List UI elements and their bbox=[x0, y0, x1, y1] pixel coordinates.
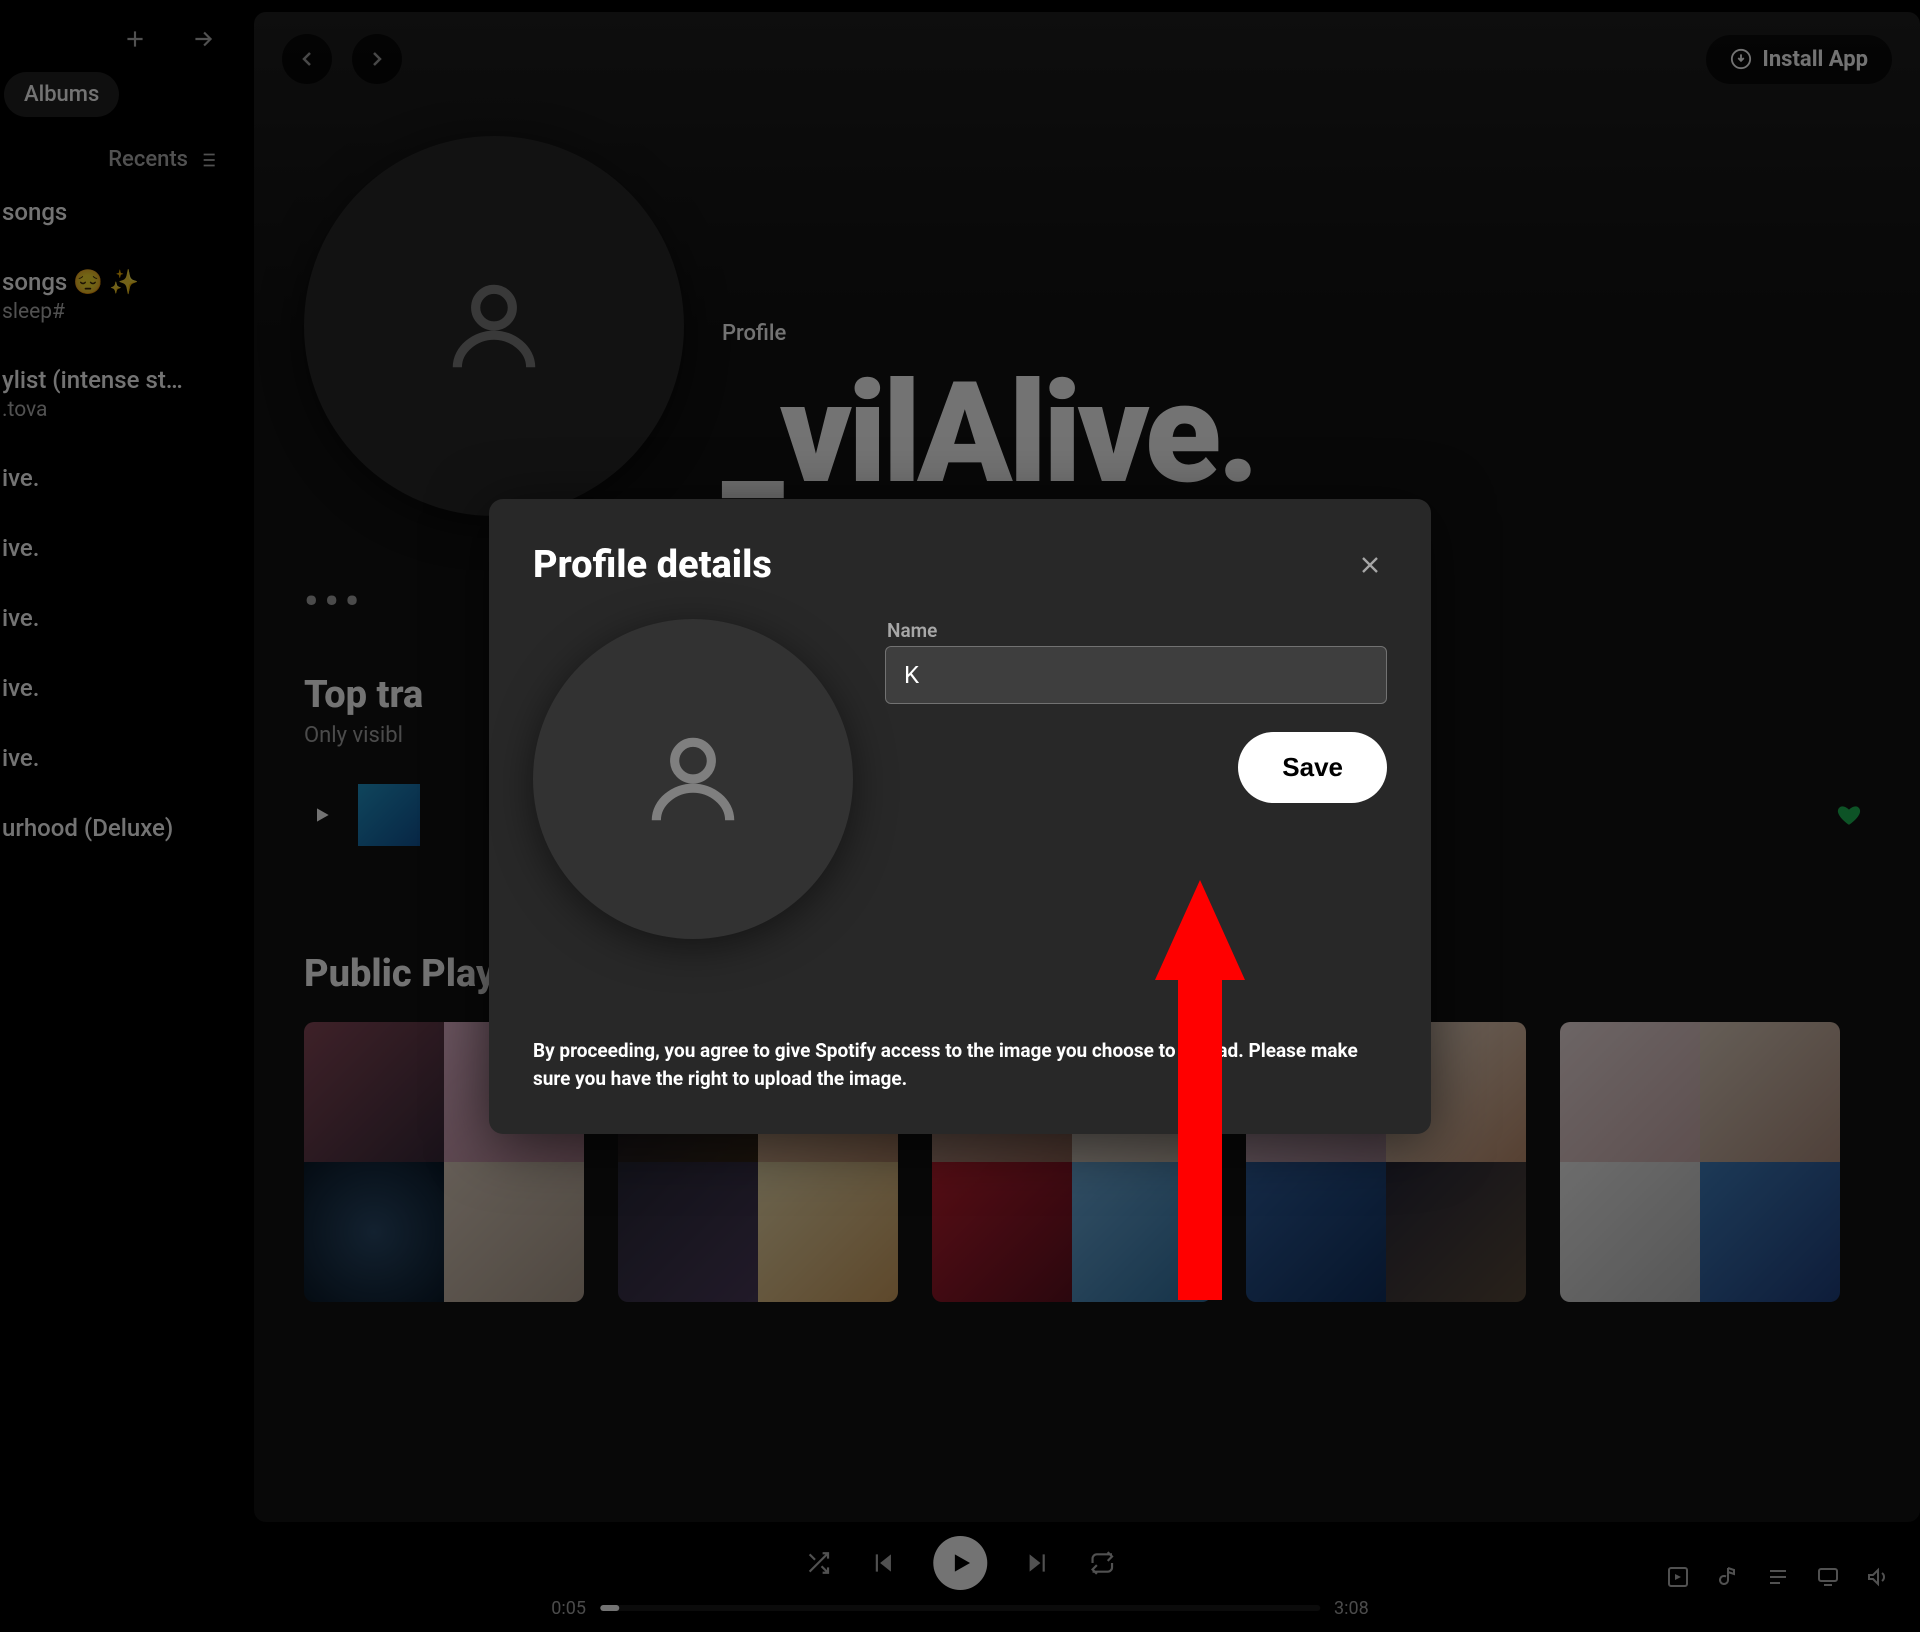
sidebar-item[interactable]: urhood (Deluxe) bbox=[2, 814, 240, 842]
recents-label: Recents bbox=[108, 147, 188, 172]
install-app-button[interactable]: Install App bbox=[1706, 35, 1892, 84]
player-bar: 0:05 3:08 bbox=[0, 1522, 1920, 1632]
save-button[interactable]: Save bbox=[1238, 732, 1387, 803]
lyrics-icon[interactable] bbox=[1716, 1565, 1740, 1589]
queue-icon[interactable] bbox=[1766, 1565, 1790, 1589]
recents-sort[interactable]: Recents bbox=[0, 133, 240, 198]
name-input[interactable] bbox=[885, 646, 1387, 704]
profile-avatar[interactable] bbox=[304, 136, 684, 516]
sidebar-item[interactable]: ive. bbox=[2, 744, 240, 772]
filter-chip-albums[interactable]: Albums bbox=[4, 72, 119, 117]
install-app-label: Install App bbox=[1762, 47, 1868, 72]
modal-title: Profile details bbox=[533, 543, 772, 587]
sidebar-item[interactable]: ive. bbox=[2, 464, 240, 492]
modal-avatar-upload[interactable] bbox=[533, 619, 853, 939]
name-input-label: Name bbox=[887, 619, 1387, 642]
profile-type-label: Profile bbox=[722, 321, 1256, 346]
profile-name: _vilAlive. bbox=[722, 352, 1256, 516]
connect-device-icon[interactable] bbox=[1816, 1565, 1840, 1589]
shuffle-button[interactable] bbox=[805, 1550, 831, 1576]
sidebar-items: songs songs 😔 ✨sleep# ylist (intense st…… bbox=[0, 198, 240, 842]
nav-forward-button[interactable] bbox=[352, 34, 402, 84]
sidebar: Albums Recents songs songs 😔 ✨sleep# yli… bbox=[0, 0, 240, 1522]
track-cover bbox=[358, 784, 420, 846]
sidebar-item[interactable]: ive. bbox=[2, 674, 240, 702]
sidebar-item[interactable]: ive. bbox=[2, 534, 240, 562]
play-pause-button[interactable] bbox=[933, 1536, 987, 1590]
close-button[interactable] bbox=[1353, 548, 1387, 582]
heart-icon[interactable] bbox=[1836, 802, 1862, 828]
next-button[interactable] bbox=[1025, 1550, 1051, 1576]
profile-details-modal: Profile details Name Save By proceeding,… bbox=[489, 499, 1431, 1134]
close-icon bbox=[1356, 551, 1384, 579]
expand-arrow-icon[interactable] bbox=[190, 26, 216, 52]
sidebar-item[interactable]: songs bbox=[2, 198, 240, 226]
now-playing-view-icon[interactable] bbox=[1666, 1565, 1690, 1589]
modal-legal-text: By proceeding, you agree to give Spotify… bbox=[533, 1037, 1387, 1094]
sidebar-item[interactable]: ylist (intense st….tova bbox=[2, 366, 240, 422]
volume-icon[interactable] bbox=[1866, 1565, 1890, 1589]
repeat-button[interactable] bbox=[1089, 1550, 1115, 1576]
person-icon bbox=[638, 724, 748, 834]
time-duration: 3:08 bbox=[1334, 1598, 1369, 1619]
list-icon bbox=[200, 149, 222, 171]
sidebar-item[interactable]: ive. bbox=[2, 604, 240, 632]
download-icon bbox=[1730, 48, 1752, 70]
time-elapsed: 0:05 bbox=[551, 1598, 586, 1619]
sidebar-item[interactable]: songs 😔 ✨sleep# bbox=[2, 268, 240, 324]
playlist-card[interactable] bbox=[1560, 1022, 1840, 1302]
progress-bar[interactable] bbox=[600, 1605, 1320, 1611]
previous-button[interactable] bbox=[869, 1550, 895, 1576]
nav-back-button[interactable] bbox=[282, 34, 332, 84]
more-options-button[interactable]: ••• bbox=[304, 578, 365, 625]
play-icon[interactable] bbox=[312, 805, 332, 825]
add-icon[interactable] bbox=[122, 26, 148, 52]
